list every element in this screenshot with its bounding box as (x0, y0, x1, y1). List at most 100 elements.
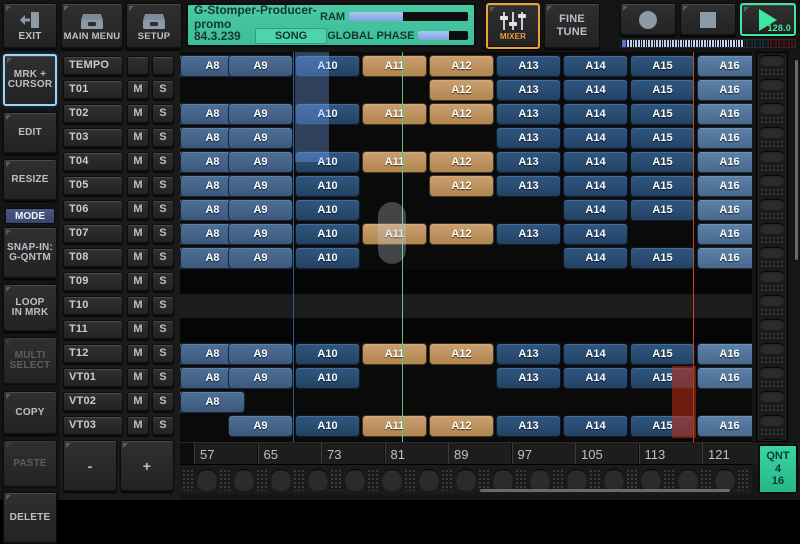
clip[interactable]: A13 (496, 55, 561, 77)
grid-row[interactable]: A12A13A14A15A16 (180, 78, 752, 102)
mute-button[interactable]: M (127, 272, 149, 292)
clip[interactable]: A12 (429, 55, 494, 77)
clip[interactable]: A9 (228, 247, 293, 269)
sidebar-item-edit[interactable]: EDIT (3, 112, 57, 154)
clip[interactable]: A16 (697, 247, 752, 269)
track-name-button[interactable]: T03 (63, 128, 123, 148)
clip[interactable]: A9 (228, 223, 293, 245)
clip[interactable]: A10 (295, 367, 360, 389)
clip[interactable]: A13 (496, 343, 561, 365)
solo-button[interactable]: S (152, 392, 174, 412)
sidebar-item-resize[interactable]: RESIZE (3, 159, 57, 201)
song-mode-chip[interactable]: SONG (255, 28, 327, 44)
track-name-button[interactable]: T04 (63, 152, 123, 172)
solo-button[interactable]: S (152, 272, 174, 292)
clip[interactable]: A14 (563, 415, 628, 437)
clip[interactable]: A9 (228, 199, 293, 221)
clip[interactable]: A14 (563, 127, 628, 149)
record-button[interactable] (620, 3, 676, 36)
pattern-grid[interactable]: A8A9A10A11A12A13A14A15A16A12A13A14A15A16… (180, 52, 752, 442)
clip[interactable]: A15 (630, 343, 695, 365)
track-name-button[interactable]: T02 (63, 104, 123, 124)
clip[interactable]: A15 (630, 103, 695, 125)
horizontal-scrollbar[interactable] (480, 489, 730, 492)
solo-button[interactable]: S (152, 344, 174, 364)
clip[interactable]: A16 (697, 55, 752, 77)
mute-button[interactable]: M (127, 224, 149, 244)
mute-button[interactable]: M (127, 320, 149, 340)
clip[interactable]: A13 (496, 127, 561, 149)
solo-button[interactable]: S (152, 176, 174, 196)
grid-row[interactable]: A8A9A13A14A15A16 (180, 126, 752, 150)
solo-button[interactable]: S (152, 104, 174, 124)
grid-row[interactable]: A8 (180, 390, 752, 414)
clip[interactable]: A11 (362, 55, 427, 77)
track-name-button[interactable]: TEMPO (63, 56, 123, 76)
sidebar-item-snap-in[interactable]: SNAP-IN:G-QNTM (3, 227, 57, 279)
clip[interactable]: A15 (630, 199, 695, 221)
clip[interactable]: A9 (228, 55, 293, 77)
clip[interactable]: A9 (228, 151, 293, 173)
solo-button[interactable]: S (152, 200, 174, 220)
solo-button[interactable]: S (152, 152, 174, 172)
clip[interactable]: A12 (429, 223, 494, 245)
clip[interactable]: A12 (429, 175, 494, 197)
clip[interactable]: A11 (362, 151, 427, 173)
clip[interactable]: A9 (228, 343, 293, 365)
solo-button[interactable]: S (152, 296, 174, 316)
clip[interactable]: A12 (429, 343, 494, 365)
grid-row[interactable] (180, 270, 752, 294)
clip[interactable]: A14 (563, 175, 628, 197)
clip[interactable]: A16 (697, 103, 752, 125)
clip[interactable]: A16 (697, 151, 752, 173)
clip[interactable]: A11 (362, 343, 427, 365)
grid-row[interactable]: A8A9A10A11A12A13A14A15A16 (180, 342, 752, 366)
mute-button[interactable] (127, 56, 149, 76)
clip[interactable]: A14 (563, 247, 628, 269)
track-name-button[interactable]: T05 (63, 176, 123, 196)
track-name-button[interactable]: T09 (63, 272, 123, 292)
horizontal-grip-strip[interactable] (180, 464, 752, 494)
track-name-button[interactable]: T12 (63, 344, 123, 364)
mixer-button[interactable]: MIXER (486, 3, 540, 49)
clip[interactable]: A10 (295, 343, 360, 365)
track-name-button[interactable]: T08 (63, 248, 123, 268)
bar-ruler[interactable]: 576573818997105113121129 (180, 442, 752, 464)
mute-button[interactable]: M (127, 80, 149, 100)
clip[interactable]: A8 (180, 391, 245, 413)
clip[interactable]: A16 (697, 415, 752, 437)
clip[interactable]: A10 (295, 151, 360, 173)
clip[interactable]: A16 (697, 175, 752, 197)
grid-row[interactable]: A8A9A10A11A12A13A14A16 (180, 222, 752, 246)
clip[interactable]: A14 (563, 223, 628, 245)
solo-button[interactable]: S (152, 224, 174, 244)
solo-button[interactable]: S (152, 80, 174, 100)
mute-button[interactable]: M (127, 296, 149, 316)
mute-button[interactable]: M (127, 248, 149, 268)
clip[interactable]: A10 (295, 55, 360, 77)
clip[interactable]: A10 (295, 247, 360, 269)
mute-button[interactable]: M (127, 104, 149, 124)
clip[interactable]: A13 (496, 415, 561, 437)
zoom-in-button[interactable]: + (120, 440, 174, 492)
clip[interactable]: A16 (697, 127, 752, 149)
clip[interactable]: A9 (228, 103, 293, 125)
mute-button[interactable]: M (127, 152, 149, 172)
track-name-button[interactable]: T11 (63, 320, 123, 340)
grid-row[interactable]: A8A9A10A11A12A13A14A15A16 (180, 54, 752, 78)
track-name-button[interactable]: VT02 (63, 392, 123, 412)
clip[interactable]: A14 (563, 79, 628, 101)
clip[interactable]: A13 (496, 151, 561, 173)
clip[interactable]: A15 (630, 175, 695, 197)
clip[interactable]: A14 (563, 367, 628, 389)
stop-button[interactable] (680, 3, 736, 36)
setup-button[interactable]: SETUP (126, 3, 182, 49)
clip[interactable]: A12 (429, 79, 494, 101)
clip[interactable]: A9 (228, 367, 293, 389)
zoom-out-button[interactable]: - (63, 440, 117, 492)
vertical-grip-strip[interactable] (756, 52, 788, 442)
solo-button[interactable] (152, 56, 174, 76)
main-menu-button[interactable]: MAIN MENU (61, 3, 123, 49)
grid-row[interactable]: A8A9A10A12A13A14A15A16 (180, 174, 752, 198)
grid-row[interactable] (180, 294, 752, 318)
